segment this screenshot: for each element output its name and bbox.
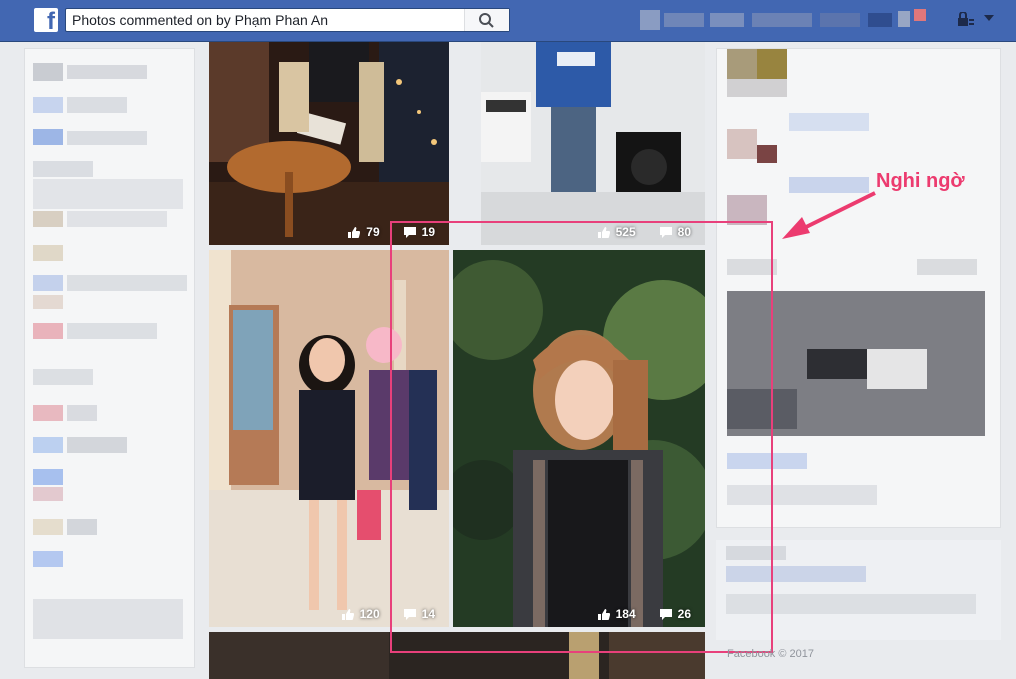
photo-tile-3[interactable]: 120 14 xyxy=(209,250,449,627)
caret-down-icon xyxy=(984,15,994,21)
top-navigation-bar: f xyxy=(0,0,1016,42)
like-count: 79 xyxy=(366,225,380,239)
photo-tile-4[interactable]: 184 26 xyxy=(453,250,705,627)
comment-icon xyxy=(659,226,672,238)
like-count: 525 xyxy=(615,225,636,239)
like-count: 184 xyxy=(615,607,636,621)
comment-count: 26 xyxy=(677,607,691,621)
like-icon xyxy=(348,226,361,238)
annotation-arrow-icon xyxy=(782,191,876,239)
photo-tile-5[interactable] xyxy=(209,632,705,679)
comment-icon xyxy=(659,608,672,620)
comment-count: 80 xyxy=(677,225,691,239)
right-sidebar-blurred xyxy=(716,48,1001,528)
blurred-user-profile[interactable] xyxy=(640,7,940,33)
right-sidebar-blurred-lower xyxy=(716,540,1001,640)
search-icon xyxy=(479,13,494,28)
photo-image xyxy=(209,42,449,245)
privacy-menu[interactable] xyxy=(956,11,996,28)
photo-image xyxy=(209,250,449,627)
facebook-logo-icon[interactable]: f xyxy=(34,8,58,34)
footer-copyright[interactable]: Facebook © 2017 xyxy=(727,648,814,660)
photo-tile-1[interactable]: 79 19 xyxy=(209,42,449,245)
like-icon xyxy=(341,608,354,620)
comment-count: 19 xyxy=(421,225,435,239)
photo-stats: 525 80 xyxy=(597,225,691,239)
like-icon xyxy=(597,226,610,238)
photo-image xyxy=(209,632,705,679)
like-count: 120 xyxy=(359,607,380,621)
photo-stats: 79 19 xyxy=(348,225,435,239)
search-input[interactable] xyxy=(72,11,462,29)
photo-stats: 184 26 xyxy=(597,607,691,621)
left-sidebar-blurred xyxy=(24,48,195,668)
comment-icon xyxy=(403,608,416,620)
like-icon xyxy=(597,608,610,620)
comment-count: 14 xyxy=(421,607,435,621)
comment-icon xyxy=(403,226,416,238)
photo-image xyxy=(481,42,705,245)
photo-stats: 120 14 xyxy=(341,607,435,621)
photo-image xyxy=(453,250,705,627)
search-button[interactable] xyxy=(464,9,509,31)
annotation-label: Nghi ngờ xyxy=(876,170,965,192)
search-box xyxy=(65,8,510,32)
photo-tile-2[interactable]: 525 80 xyxy=(481,42,705,245)
